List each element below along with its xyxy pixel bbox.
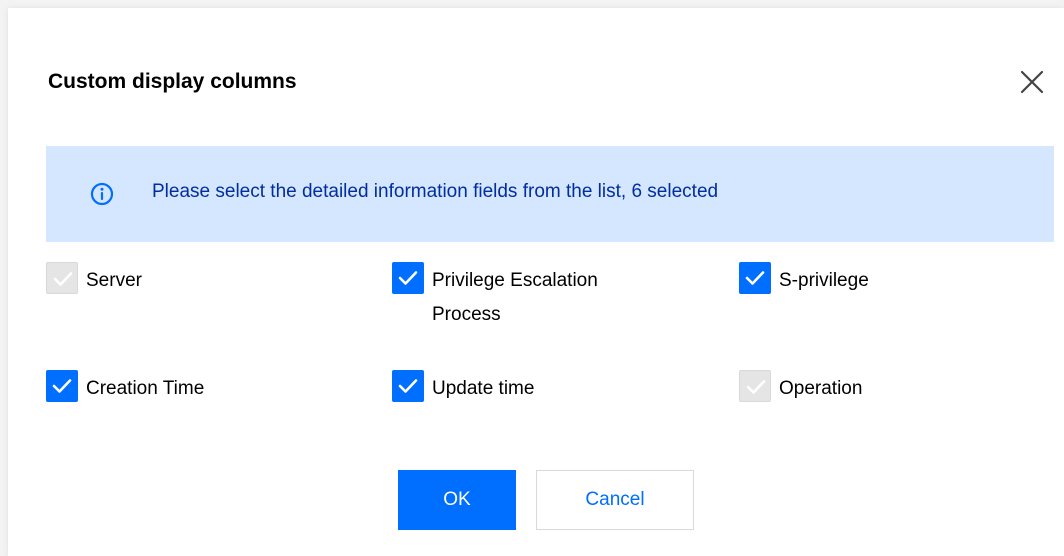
checkbox-update-time[interactable]	[392, 370, 424, 402]
close-icon	[1020, 70, 1044, 94]
field-server[interactable]: Server	[46, 262, 346, 298]
field-label-update-time: Update time	[432, 378, 535, 399]
checkbox-creation-time[interactable]	[46, 370, 78, 402]
field-update-time[interactable]: Update time	[392, 370, 692, 406]
check-icon	[398, 379, 418, 393]
field-operation[interactable]: Operation	[739, 370, 1039, 406]
dialog-title: Custom display columns	[48, 70, 297, 93]
field-s-privilege[interactable]: S-privilege	[739, 262, 1039, 298]
info-icon	[90, 182, 114, 206]
field-label-creation-time: Creation Time	[86, 378, 205, 399]
field-privilege-escalation-process[interactable]: Privilege Escalation Process	[392, 262, 692, 334]
field-label-privilege-escalation-process: Privilege Escalation Process	[432, 270, 598, 325]
checkbox-s-privilege[interactable]	[739, 262, 771, 294]
check-icon	[745, 271, 765, 285]
notice-text: Please select the detailed information f…	[152, 181, 719, 202]
check-icon	[398, 271, 418, 285]
checkbox-server[interactable]	[46, 262, 78, 294]
field-label-server: Server	[86, 270, 142, 291]
ok-button[interactable]: OK	[398, 470, 516, 530]
check-icon	[52, 379, 72, 393]
check-icon	[746, 380, 766, 394]
field-creation-time[interactable]: Creation Time	[46, 370, 346, 406]
info-notice: Please select the detailed information f…	[46, 146, 1054, 242]
field-label-s-privilege: S-privilege	[779, 270, 869, 291]
close-button[interactable]	[1018, 68, 1046, 96]
checkbox-operation[interactable]	[739, 370, 771, 402]
cancel-button[interactable]: Cancel	[536, 470, 694, 530]
checkbox-privilege-escalation-process[interactable]	[392, 262, 424, 294]
custom-columns-dialog: Custom display columns Please select the…	[8, 8, 1064, 556]
field-label-operation: Operation	[779, 378, 863, 399]
check-icon	[53, 272, 73, 286]
